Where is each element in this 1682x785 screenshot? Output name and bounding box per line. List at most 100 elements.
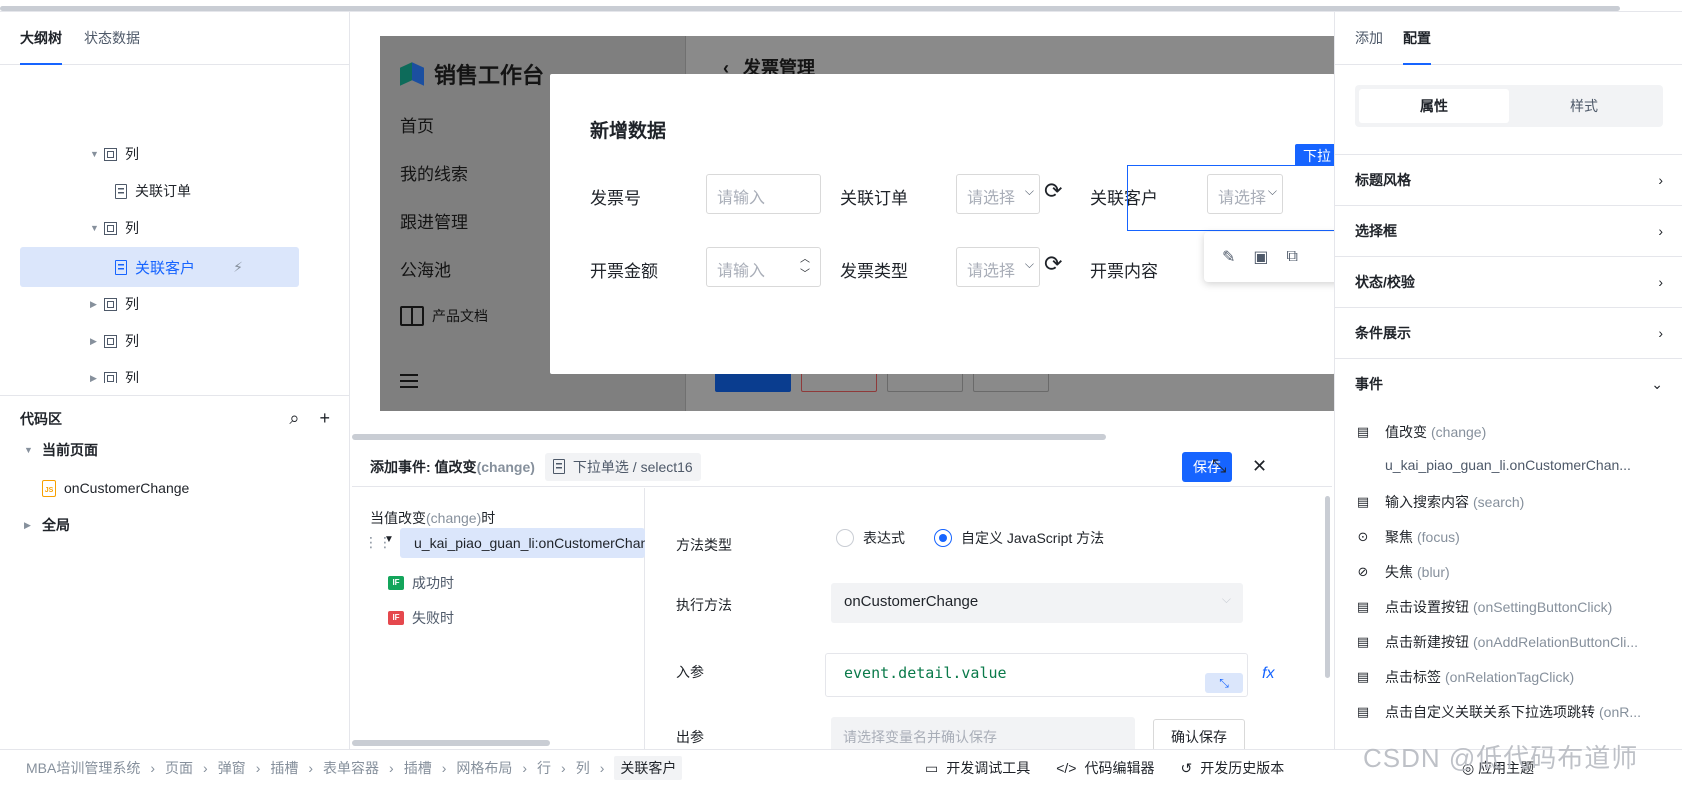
event-change[interactable]: ▤ 值改变 (change) [1355, 422, 1486, 442]
breadcrumb-item[interactable]: 插槽 [270, 758, 298, 778]
tree-node-related-customer[interactable]: 关联客户 ⚡ [20, 247, 299, 287]
segment-styles[interactable]: 样式 [1509, 89, 1659, 123]
stepper-arrows-icon[interactable]: ︿ ﹀ [800, 252, 810, 282]
breadcrumb-item[interactable]: 网格布局 [456, 758, 512, 778]
tree-node-related-order[interactable]: 关联订单 [115, 172, 191, 210]
section-select-box[interactable]: 选择框 › [1335, 205, 1682, 256]
function-node[interactable]: u_kai_piao_guan_li:onCustomerChange [400, 528, 645, 558]
nav-item-home[interactable]: 首页 [400, 112, 434, 137]
tab-add[interactable]: 添加 [1355, 12, 1383, 65]
search-icon[interactable]: ⌕ [289, 408, 299, 429]
event-bound-handler[interactable]: u_kai_piao_guan_li.onCustomerChan... [1385, 457, 1631, 473]
event-search[interactable]: ▤ 输入搜索内容 (search) [1355, 492, 1525, 512]
breadcrumb-current[interactable]: 关联客户 [614, 755, 683, 780]
tree-node-label: 列 [125, 370, 139, 383]
menu-icon[interactable] [400, 374, 418, 388]
code-editor-tool[interactable]: </> 代码编辑器 [1056, 758, 1154, 778]
code-icon: </> [1056, 759, 1077, 776]
dev-debug-tool[interactable]: ▭ 开发调试工具 [925, 758, 1030, 778]
breadcrumb-item[interactable]: MBA培训管理系统 [26, 758, 140, 778]
breadcrumb-item[interactable]: 表单容器 [323, 758, 379, 778]
code-tree-global[interactable]: ▶ 全局 [24, 510, 70, 540]
top-scrollbar[interactable] [0, 0, 1682, 12]
breadcrumb-item[interactable]: 列 [576, 758, 590, 778]
function-fx-icon[interactable]: fx [1262, 665, 1274, 683]
nav-item-my-leads[interactable]: 我的线索 [400, 160, 468, 185]
event-label: 聚焦 [1385, 529, 1413, 545]
event-focus[interactable]: ⊙ 聚焦 (focus) [1355, 527, 1460, 547]
expand-icon[interactable]: ⤡ [1212, 456, 1226, 477]
code-tree-current-page[interactable]: ▼ 当前页面 [24, 435, 98, 465]
close-icon[interactable]: ✕ [1252, 456, 1267, 477]
input-param-code[interactable]: event.detail.value [825, 653, 1248, 697]
caret-down-icon[interactable]: ▼ [384, 534, 394, 545]
refresh-icon[interactable]: ⟳ [1044, 251, 1062, 277]
caret-down-icon[interactable]: ▼ [90, 149, 104, 159]
amount-number-input[interactable]: 请输入 ︿ ﹀ [706, 247, 821, 287]
lightning-icon[interactable]: ⚡ [233, 259, 243, 276]
breadcrumb-item[interactable]: 行 [537, 758, 551, 778]
tab-state-data[interactable]: 状态数据 [84, 12, 140, 65]
related-order-select[interactable]: 请选择 ⌵ [956, 174, 1040, 214]
monitor-icon: ▭ [925, 759, 939, 776]
output-param-label: 出参 [676, 729, 704, 745]
breadcrumb-item[interactable]: 插槽 [404, 758, 432, 778]
caret-right-icon[interactable]: ▶ [90, 373, 104, 384]
event-blur[interactable]: ⊘ 失焦 (blur) [1355, 562, 1450, 582]
radio-custom-js[interactable]: 自定义 JavaScript 方法 [934, 528, 1104, 548]
invoice-no-input[interactable]: 请输入 [706, 174, 821, 214]
invoice-type-select[interactable]: 请选择 ⌵ [956, 247, 1040, 287]
tree-node-column[interactable]: ▶ 列 [90, 322, 139, 360]
add-icon[interactable]: + [319, 408, 330, 429]
nav-item-product-docs[interactable]: 产品文档 [400, 306, 488, 326]
section-title-style[interactable]: 标题风格 › [1335, 154, 1682, 205]
tab-config[interactable]: 配置 [1403, 12, 1431, 65]
column-icon [104, 297, 117, 311]
event-custom-relation-jump[interactable]: ▤ 点击自定义关联关系下拉选项跳转 (onR... [1355, 702, 1641, 722]
segment-properties[interactable]: 属性 [1359, 89, 1509, 123]
breadcrumb-item[interactable]: 页面 [165, 758, 193, 778]
caret-right-icon[interactable]: ▶ [24, 520, 42, 531]
radio-circle[interactable] [934, 529, 952, 547]
top-scroll-thumb[interactable] [0, 6, 1620, 11]
output-param-select[interactable]: 请选择变量名并确认保存 [831, 717, 1135, 753]
chevron-right-icon: › [1658, 172, 1663, 188]
code-tree-handler[interactable]: JS onCustomerChange [24, 473, 189, 503]
caret-down-icon[interactable]: ▼ [24, 445, 42, 455]
tree-node-column[interactable]: ▼ 列 [90, 209, 139, 247]
radio-expression[interactable]: 表达式 [836, 528, 905, 548]
breadcrumb: MBA培训管理系统 › 页面 › 弹窗 › 插槽 › 表单容器 › 插槽 › 网格布局 › 行… [0, 755, 683, 780]
tree-node-column[interactable]: ▶ 列 [90, 285, 139, 323]
save-icon[interactable]: ▣ [1253, 247, 1268, 267]
fail-branch[interactable]: IF 失败时 [388, 608, 454, 628]
breadcrumb-item[interactable]: 弹窗 [218, 758, 246, 778]
section-state-validation[interactable]: 状态/校验 › [1335, 256, 1682, 307]
caret-right-icon[interactable]: ▶ [90, 336, 104, 347]
edit-icon[interactable]: ✎ [1222, 247, 1235, 267]
nav-item-follow-up[interactable]: 跟进管理 [400, 208, 468, 233]
event-setting-button-click[interactable]: ▤ 点击设置按钮 (onSettingButtonClick) [1355, 597, 1612, 617]
caret-down-icon[interactable]: ▼ [90, 223, 104, 233]
event-tag-click[interactable]: ▤ 点击标签 (onRelationTagClick) [1355, 667, 1574, 687]
expand-editor-icon[interactable]: ⤡ [1205, 673, 1243, 693]
nav-item-public-pool[interactable]: 公海池 [400, 256, 451, 281]
copy-icon[interactable]: ⧉ [1287, 248, 1298, 266]
event-add-relation-click[interactable]: ▤ 点击新建按钮 (onAddRelationButtonCli... [1355, 632, 1638, 652]
selected-component-tag[interactable]: 下拉 [1295, 144, 1335, 165]
breadcrumb-separator-icon: › [150, 759, 156, 776]
success-branch[interactable]: IF 成功时 [388, 573, 454, 593]
canvas-scrollbar[interactable] [352, 434, 1106, 440]
caret-right-icon[interactable]: ▶ [90, 299, 104, 310]
tree-node-label: 列 [125, 146, 139, 162]
tab-outline-tree[interactable]: 大纲树 [20, 12, 62, 65]
radio-circle[interactable] [836, 529, 854, 547]
section-conditional-display[interactable]: 条件展示 › [1335, 307, 1682, 358]
editor-vertical-scrollbar[interactable] [1325, 496, 1330, 678]
tree-node-column[interactable]: ▼ 列 [90, 135, 139, 173]
section-events[interactable]: 事件 ⌄ [1335, 358, 1682, 409]
history-version-tool[interactable]: ↺ 开发历史版本 [1180, 758, 1284, 778]
flow-horizontal-scrollbar[interactable] [352, 740, 550, 746]
exec-method-select[interactable]: onCustomerChange ⌵ [831, 583, 1243, 623]
refresh-icon[interactable]: ⟳ [1044, 178, 1062, 204]
tree-node-column[interactable]: ▶ 列 [90, 359, 139, 383]
